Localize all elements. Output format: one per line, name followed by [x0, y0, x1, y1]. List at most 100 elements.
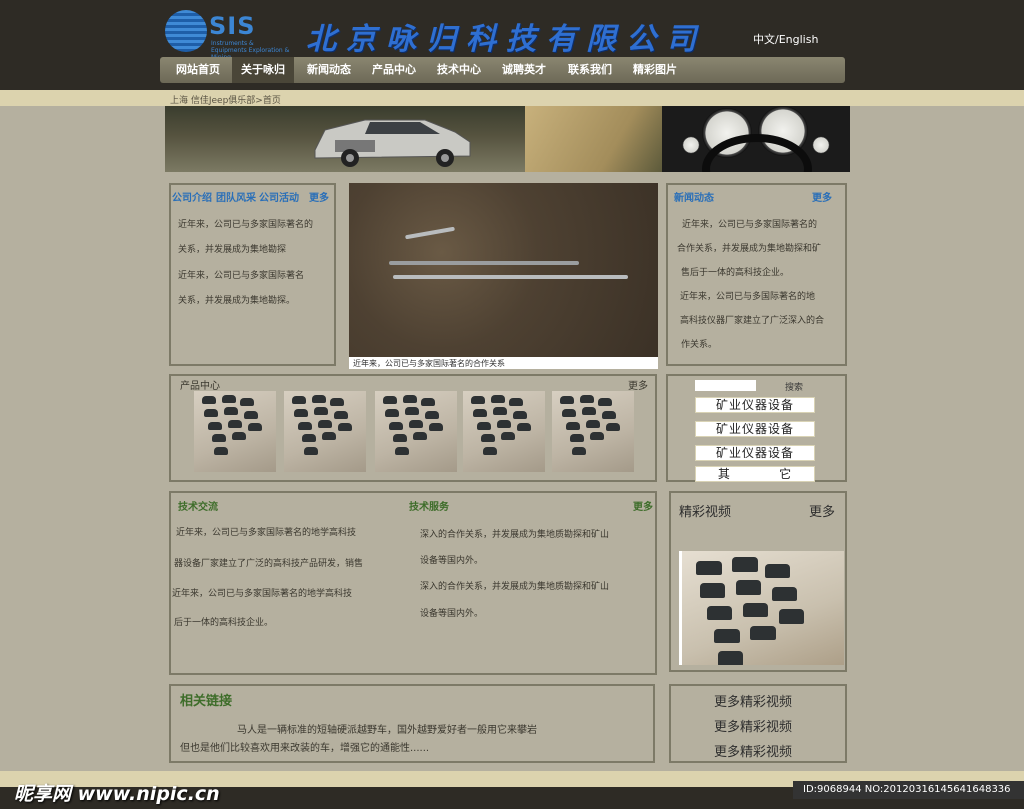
- jeep-model-shape: [736, 580, 762, 595]
- nav-contact[interactable]: 联系我们: [559, 57, 621, 83]
- tech-service-title[interactable]: 技术服务: [409, 498, 449, 513]
- products-more-link[interactable]: 更多: [628, 377, 648, 392]
- nav-jobs[interactable]: 诚聘英才: [493, 57, 555, 83]
- video-thumbnail[interactable]: [679, 551, 844, 665]
- nav-products[interactable]: 产品中心: [363, 57, 425, 83]
- nav-about[interactable]: 关于咏归: [232, 57, 294, 83]
- banner-image: [165, 106, 850, 172]
- jeep-model-shape: [772, 586, 798, 602]
- company-logo[interactable]: SIS Instruments & Equipments Exploration…: [165, 10, 290, 61]
- category-mining-3[interactable]: 矿业仪器设备: [695, 445, 815, 461]
- jeep-model-shape: [395, 446, 409, 455]
- tech-more-link[interactable]: 更多: [633, 498, 653, 513]
- intro-line: 关系，并发展成为集地勘探。: [178, 296, 296, 306]
- jeep-model-shape: [477, 421, 491, 430]
- product-thumbnail[interactable]: [284, 391, 366, 472]
- breadcrumb[interactable]: 上海 信佳Jeep俱乐部>首页: [170, 93, 281, 106]
- jeep-model-shape: [764, 563, 790, 579]
- banner-road: [525, 106, 675, 172]
- tab-activities[interactable]: 公司活动: [259, 189, 299, 204]
- intro-line: 近年来，公司已与多家国际著名的: [178, 220, 314, 230]
- news-more-link[interactable]: 更多: [812, 189, 832, 204]
- product-thumbnail[interactable]: [194, 391, 276, 472]
- photo-caption: 近年来，公司已与多家国际著名的合作关系: [353, 359, 505, 368]
- ground-photo: [349, 183, 658, 357]
- search-button[interactable]: 搜索: [785, 380, 803, 393]
- jeep-model-shape: [700, 583, 726, 598]
- jeep-model-shape: [471, 396, 485, 405]
- product-thumbnail[interactable]: [463, 391, 545, 472]
- jeep-model-shape: [562, 409, 576, 417]
- tab-team[interactable]: 团队风采: [216, 189, 256, 204]
- jeep-model-shape: [302, 434, 316, 443]
- jeep-model-shape: [586, 419, 600, 428]
- links-text-line: 但也是他们比较喜欢用来改装的车，增强它的通能性......: [180, 743, 430, 754]
- more-videos-link[interactable]: 更多精彩视频: [714, 741, 792, 760]
- more-videos-link[interactable]: 更多精彩视频: [714, 691, 792, 710]
- products-title: 产品中心: [180, 381, 220, 392]
- jeep-model-shape: [473, 409, 487, 417]
- jeep-model-shape: [513, 410, 527, 419]
- language-switch[interactable]: 中文/English: [753, 31, 818, 47]
- jeep-model-shape: [298, 421, 312, 430]
- image-id-tag: ID:9068944 NO:20120316145641648336: [793, 781, 1024, 799]
- news-title: 新闻动态: [674, 193, 714, 204]
- search-input[interactable]: [695, 380, 756, 391]
- category-mining-2[interactable]: 矿业仪器设备: [695, 421, 815, 437]
- tech-line: 近年来，公司已与多家国际著名的地学高科技: [172, 589, 353, 599]
- jeep-model-shape: [696, 560, 722, 576]
- jeep-model-shape: [732, 557, 758, 572]
- fuel-gauge: [682, 136, 700, 154]
- pipe-shape: [405, 226, 455, 240]
- jeep-model-shape: [566, 421, 580, 430]
- tech-line: 器设备厂家建立了广泛的高科技产品研发，销售: [174, 559, 364, 569]
- category-other[interactable]: 其 它: [695, 466, 815, 482]
- jeep-model-shape: [204, 409, 218, 417]
- jeep-model-shape: [491, 394, 505, 403]
- jeep-model-shape: [493, 407, 507, 416]
- nav-gallery[interactable]: 精彩图片: [624, 57, 686, 83]
- dashboard-image: [662, 106, 850, 172]
- jeep-model-shape: [421, 398, 435, 407]
- jeep-model-shape: [501, 432, 515, 441]
- video-more-link[interactable]: 更多: [809, 501, 835, 520]
- jeep-model-shape: [322, 432, 336, 441]
- category-mining-1[interactable]: 矿业仪器设备: [695, 397, 815, 413]
- jeep-model-shape: [580, 394, 594, 403]
- jeep-model-shape: [429, 423, 443, 432]
- jeep-model-shape: [244, 410, 258, 419]
- jeep-model-shape: [224, 407, 238, 416]
- jeep-model-shape: [314, 407, 328, 416]
- links-text-line: 马人是一辆标准的短轴硬派越野车，国外越野爱好者一般用它来攀岩: [237, 725, 537, 736]
- jeep-model-shape: [208, 421, 222, 430]
- temp-gauge: [812, 136, 830, 154]
- intro-more-link[interactable]: 更多: [309, 189, 329, 204]
- jeep-model-shape: [304, 446, 318, 455]
- news-line: 高科技仪器厂家建立了广泛深入的合: [680, 316, 825, 326]
- news-line: 售后于一体的高科技企业。: [681, 268, 790, 278]
- tab-company-intro[interactable]: 公司介绍: [172, 189, 212, 204]
- jeep-model-shape: [517, 423, 531, 432]
- jeep-model-shape: [570, 434, 584, 443]
- news-line: 近年来，公司已与多家国际著名的: [682, 220, 818, 230]
- tech-exchange-title[interactable]: 技术交流: [178, 498, 218, 513]
- jeep-model-shape: [312, 394, 326, 403]
- jeep-model-shape: [222, 394, 236, 403]
- tech-line: 设备等国内外。: [420, 609, 484, 619]
- globe-icon: [165, 10, 207, 52]
- jeep-model-shape: [292, 396, 306, 405]
- tech-line: 近年来，公司已与多家国际著名的地学高科技: [176, 528, 357, 538]
- nav-home[interactable]: 网站首页: [166, 57, 230, 83]
- jeep-model-shape: [483, 446, 497, 455]
- featured-photo[interactable]: 近年来，公司已与多家国际著名的合作关系: [349, 183, 658, 369]
- product-thumbnail[interactable]: [375, 391, 457, 472]
- main-nav: 网站首页 关于咏归 新闻动态 产品中心 技术中心 诚聘英才 联系我们 精彩图片: [160, 57, 845, 83]
- more-videos-link[interactable]: 更多精彩视频: [714, 716, 792, 735]
- jeep-model-shape: [481, 434, 495, 443]
- jeep-car-image: [314, 119, 471, 167]
- nav-tech[interactable]: 技术中心: [428, 57, 490, 83]
- product-thumbnail[interactable]: [552, 391, 634, 472]
- nav-news[interactable]: 新闻动态: [298, 57, 360, 83]
- jeep-model-shape: [590, 432, 604, 441]
- jeep-model-shape: [248, 423, 262, 432]
